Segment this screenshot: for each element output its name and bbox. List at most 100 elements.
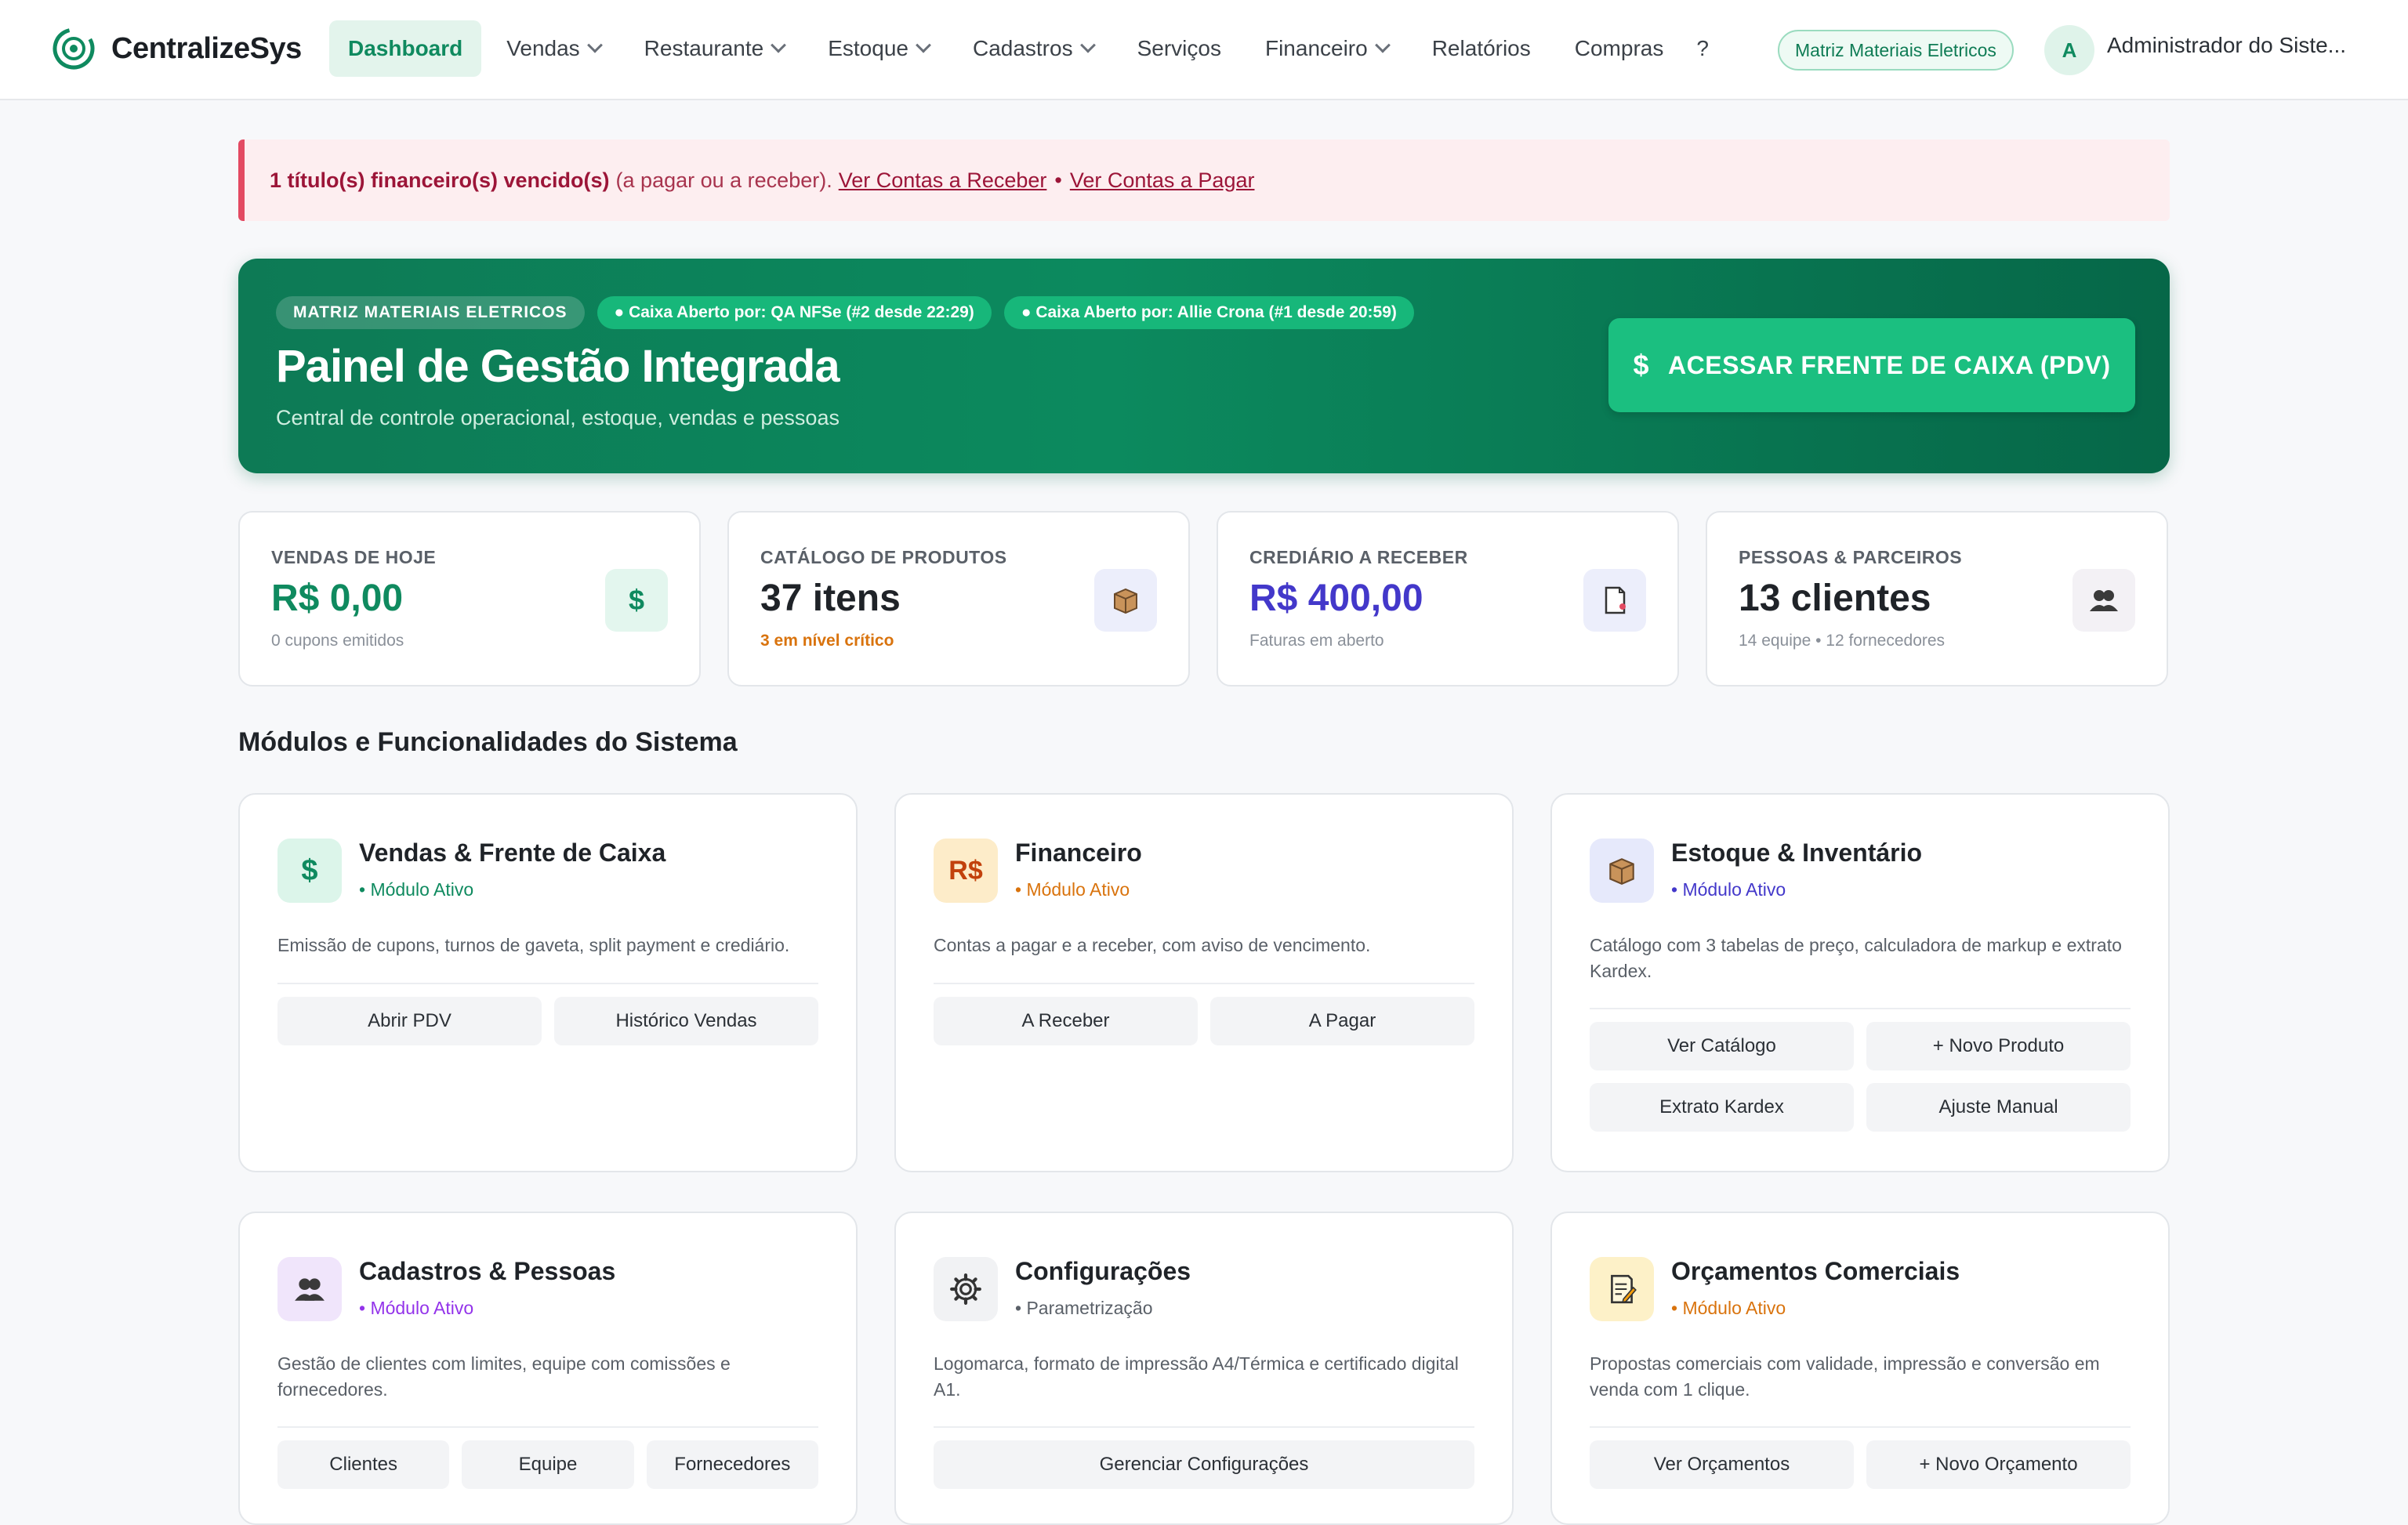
gear-icon <box>934 1257 998 1321</box>
nav-servicos[interactable]: Serviços <box>1119 20 1240 77</box>
new-product-link[interactable]: + Novo Produto <box>1866 1022 2131 1070</box>
module-title: Cadastros & Pessoas <box>359 1257 616 1285</box>
stat-label: PESSOAS & PARCEIROS <box>1739 547 1963 567</box>
module-card-estoque: Estoque & Inventário • Módulo Ativo Catá… <box>1550 793 2170 1172</box>
stat-card-vendas[interactable]: VENDAS DE HOJE R$ 0,00 0 cupons emitidos… <box>238 511 701 686</box>
stat-label: CREDIÁRIO A RECEBER <box>1249 547 1468 567</box>
stat-label: VENDAS DE HOJE <box>271 547 437 567</box>
people-icon <box>277 1257 342 1321</box>
link-contas-pagar[interactable]: Ver Contas a Pagar <box>1070 168 1255 193</box>
chevron-down-icon <box>1079 37 1096 53</box>
module-card-cadastros: Cadastros & Pessoas • Módulo Ativo Gestã… <box>238 1212 858 1525</box>
branch-selector[interactable]: Matriz Materiais Eletricos <box>1778 30 2014 71</box>
invoice-icon <box>1583 569 1646 632</box>
nav-financeiro[interactable]: Financeiro <box>1246 20 1407 77</box>
stat-note: 3 em nível crítico <box>760 632 894 650</box>
nav-vendas[interactable]: Vendas <box>488 20 618 77</box>
nav-estoque[interactable]: Estoque <box>809 20 948 77</box>
module-description: Catálogo com 3 tabelas de preço, calcula… <box>1590 935 2122 981</box>
stat-note: 14 equipe • 12 fornecedores <box>1739 632 1946 650</box>
cashier-status-badge: ● Caixa Aberto por: QA NFSe (#2 desde 22… <box>597 296 992 329</box>
module-card-vendas: $ Vendas & Frente de Caixa • Módulo Ativ… <box>238 793 858 1172</box>
module-title: Vendas & Frente de Caixa <box>359 839 666 867</box>
nav-label: Financeiro <box>1264 36 1368 60</box>
alert-separator: • <box>1054 168 1062 192</box>
hero-tags: MATRIZ MATERIAIS ELETRICOS ● Caixa Abert… <box>276 296 1414 329</box>
page-title: Painel de Gestão Integrada <box>276 341 840 392</box>
divider <box>934 983 1474 984</box>
avatar[interactable]: A <box>2044 25 2094 75</box>
module-actions: Ver Orçamentos + Novo Orçamento <box>1590 1440 2131 1489</box>
view-quotes-link[interactable]: Ver Orçamentos <box>1590 1440 1854 1489</box>
module-title: Estoque & Inventário <box>1671 839 1923 867</box>
box-icon <box>1590 839 1654 903</box>
help-button[interactable]: ? <box>1688 36 1717 61</box>
module-description: Logomarca, formato de impressão A4/Térmi… <box>934 1353 1459 1400</box>
sales-history-link[interactable]: Histórico Vendas <box>554 997 818 1045</box>
chevron-down-icon <box>771 37 787 53</box>
nav-compras[interactable]: Compras <box>1556 20 1683 77</box>
module-description: Emissão de cupons, turnos de gaveta, spl… <box>277 935 790 955</box>
link-contas-receber[interactable]: Ver Contas a Receber <box>839 168 1047 193</box>
logo-icon <box>53 27 95 70</box>
accounts-payable-link[interactable]: A Pagar <box>1210 997 1474 1045</box>
divider <box>277 983 818 984</box>
nav-relatorios[interactable]: Relatórios <box>1413 20 1550 77</box>
module-card-configuracoes: Configurações • Parametrização Logomarca… <box>894 1212 1514 1525</box>
dollar-icon: $ <box>605 569 668 632</box>
nav-cadastros[interactable]: Cadastros <box>954 20 1112 77</box>
pdv-button-label: ACESSAR FRENTE DE CAIXA (PDV) <box>1668 350 2111 379</box>
branch-tag: MATRIZ MATERIAIS ELETRICOS <box>276 296 585 329</box>
box-icon <box>1094 569 1157 632</box>
stat-card-catalogo[interactable]: CATÁLOGO DE PRODUTOS 37 itens 3 em nível… <box>727 511 1190 686</box>
new-quote-link[interactable]: + Novo Orçamento <box>1866 1440 2131 1489</box>
module-status: • Módulo Ativo <box>1671 1298 1786 1318</box>
hero-banner: MATRIZ MATERIAIS ELETRICOS ● Caixa Abert… <box>238 259 2170 473</box>
suppliers-link[interactable]: Fornecedores <box>646 1440 818 1489</box>
nav-label: Cadastros <box>972 36 1073 60</box>
module-description: Contas a pagar e a receber, com aviso de… <box>934 935 1371 955</box>
dollar-icon: $ <box>1633 349 1650 381</box>
divider <box>1590 1426 2131 1428</box>
stat-note: 0 cupons emitidos <box>271 632 404 650</box>
user-name[interactable]: Administrador do Siste... <box>2107 33 2358 58</box>
module-actions: Clientes Equipe Fornecedores <box>277 1440 818 1489</box>
module-description: Gestão de clientes com limites, equipe c… <box>277 1353 731 1400</box>
stat-card-crediario[interactable]: CREDIÁRIO A RECEBER R$ 400,00 Faturas em… <box>1217 511 1679 686</box>
stat-value: R$ 0,00 <box>271 578 404 619</box>
team-link[interactable]: Equipe <box>462 1440 634 1489</box>
main-menu: Dashboard Vendas Restaurante Estoque Cad… <box>329 20 1717 77</box>
stat-value: R$ 400,00 <box>1249 578 1423 619</box>
module-actions: Abrir PDV Histórico Vendas <box>277 997 818 1045</box>
module-title: Configurações <box>1015 1257 1191 1285</box>
real-icon: R$ <box>934 839 998 903</box>
open-pdv-button[interactable]: $ ACESSAR FRENTE DE CAIXA (PDV) <box>1608 318 2135 412</box>
chevron-down-icon <box>586 37 603 53</box>
brand[interactable]: CentralizeSys <box>52 27 302 71</box>
section-title: Módulos e Funcionalidades do Sistema <box>238 727 738 757</box>
stat-card-pessoas[interactable]: PESSOAS & PARCEIROS 13 clientes 14 equip… <box>1706 511 2168 686</box>
module-card-financeiro: R$ Financeiro • Módulo Ativo Contas a pa… <box>894 793 1514 1172</box>
cashier-status-badge: ● Caixa Aberto por: Allie Crona (#1 desd… <box>1003 296 1414 329</box>
module-description: Propostas comerciais com validade, impre… <box>1590 1353 2100 1400</box>
kardex-statement-link[interactable]: Extrato Kardex <box>1590 1083 1854 1132</box>
nav-restaurante[interactable]: Restaurante <box>626 20 803 77</box>
nav-label: Compras <box>1574 36 1664 60</box>
view-catalog-link[interactable]: Ver Catálogo <box>1590 1022 1854 1070</box>
module-title: Financeiro <box>1015 839 1142 867</box>
nav-label: Dashboard <box>348 36 463 60</box>
open-pdv-link[interactable]: Abrir PDV <box>277 997 542 1045</box>
clients-link[interactable]: Clientes <box>277 1440 450 1489</box>
manage-settings-link[interactable]: Gerenciar Configurações <box>934 1440 1474 1489</box>
module-title: Orçamentos Comerciais <box>1671 1257 1960 1285</box>
nav-dashboard[interactable]: Dashboard <box>329 20 482 77</box>
module-actions: Ver Catálogo + Novo Produto Extrato Kard… <box>1590 1022 2131 1132</box>
divider <box>934 1426 1474 1428</box>
manual-adjust-link[interactable]: Ajuste Manual <box>1866 1083 2131 1132</box>
module-card-orcamentos: Orçamentos Comerciais • Módulo Ativo Pro… <box>1550 1212 2170 1525</box>
top-navbar: CentralizeSys Dashboard Vendas Restauran… <box>0 0 2408 100</box>
nav-label: Serviços <box>1137 36 1221 60</box>
stat-note: Faturas em aberto <box>1249 632 1384 650</box>
accounts-receivable-link[interactable]: A Receber <box>934 997 1198 1045</box>
alert-text: (a pagar ou a receber). <box>615 168 832 192</box>
